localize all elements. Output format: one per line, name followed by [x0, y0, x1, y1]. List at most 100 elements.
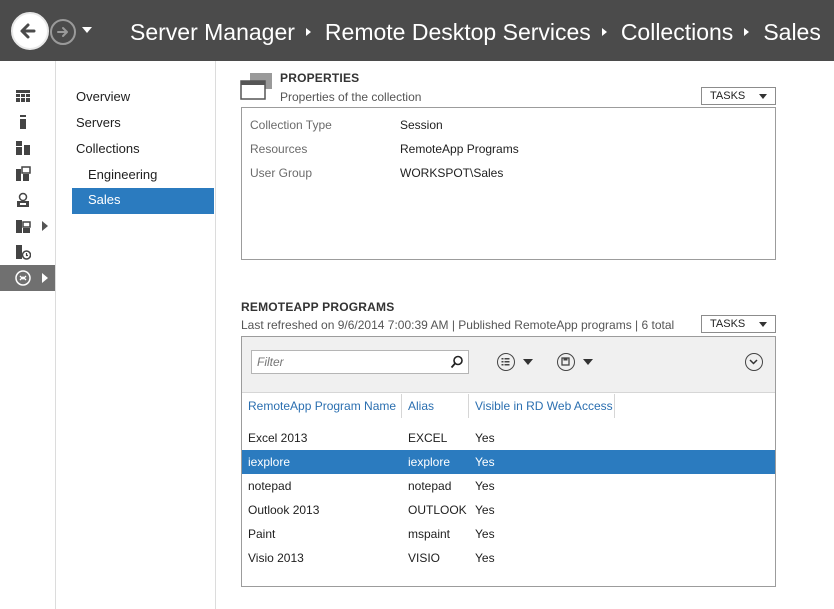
rail-item-all-servers[interactable] — [0, 135, 55, 161]
rail-item-rds[interactable] — [0, 187, 55, 213]
expand-arrow-icon[interactable] — [42, 221, 48, 231]
properties-panel: Collection Type Session Resources Remote… — [241, 107, 776, 260]
forward-button[interactable] — [50, 19, 76, 45]
remote-desktop-icon — [15, 270, 31, 286]
list-view-button[interactable] — [497, 353, 537, 371]
cell-name: iexplore — [248, 455, 291, 469]
properties-title: PROPERTIES — [280, 71, 360, 85]
tasks-label: TASKS — [710, 318, 746, 330]
chevron-right-icon — [744, 28, 750, 36]
rail-item-servers-group[interactable] — [0, 213, 55, 239]
history-dropdown-icon[interactable] — [82, 27, 92, 33]
column-header-alias[interactable]: Alias — [402, 394, 469, 418]
cell-alias: notepad — [408, 479, 452, 493]
chevron-down-icon — [523, 359, 533, 365]
chevron-right-icon — [305, 28, 311, 36]
chevron-down-icon — [749, 359, 758, 365]
remoteapp-grid-panel: RemoteApp Program Name Alias Visible in … — [241, 336, 776, 587]
cell-alias: EXCEL — [408, 431, 448, 445]
forward-arrow-icon — [57, 27, 68, 37]
back-arrow-icon — [20, 23, 36, 39]
property-row: Collection Type Session — [250, 118, 443, 138]
nav-item-sales[interactable]: Sales — [72, 188, 214, 214]
cell-alias: mspaint — [408, 527, 451, 541]
cell-name: Excel 2013 — [248, 431, 308, 445]
property-key: User Group — [250, 166, 313, 180]
dashboard-icon — [16, 90, 30, 102]
cell-visible: Yes — [475, 479, 495, 493]
cell-name: Visio 2013 — [248, 551, 304, 565]
rail-item-dashboard[interactable] — [0, 83, 55, 109]
cell-visible: Yes — [475, 455, 495, 469]
cell-name: Outlook 2013 — [248, 503, 320, 517]
table-row[interactable]: Paint mspaint Yes — [242, 522, 775, 546]
cell-visible: Yes — [475, 431, 495, 445]
remoteapp-tasks-button[interactable]: TASKS — [701, 315, 776, 333]
expand-button[interactable] — [745, 353, 763, 371]
filter-input[interactable] — [252, 351, 442, 373]
tasks-label: TASKS — [710, 90, 746, 102]
save-icon — [557, 353, 575, 371]
table-row[interactable]: Outlook 2013 OUTLOOK Yes — [242, 498, 775, 522]
breadcrumb-remote-desktop-services[interactable]: Remote Desktop Services — [325, 19, 591, 46]
remoteapp-subtitle: Last refreshed on 9/6/2014 7:00:39 AM | … — [241, 318, 675, 332]
navigation-list: Overview Servers Collections Engineering… — [57, 61, 216, 609]
cell-visible: Yes — [475, 551, 495, 565]
property-value: WORKSPOT\Sales — [400, 166, 504, 180]
breadcrumb-server-manager[interactable]: Server Manager — [130, 19, 295, 46]
nav-item-engineering[interactable]: Engineering — [72, 163, 214, 189]
rail-item-file-storage[interactable] — [0, 161, 55, 187]
property-row: User Group WORKSPOT\Sales — [250, 166, 503, 186]
breadcrumb-collections[interactable]: Collections — [621, 19, 734, 46]
file-storage-icon — [16, 166, 31, 181]
nav-item-overview[interactable]: Overview — [72, 85, 214, 111]
column-header-program-name[interactable]: RemoteApp Program Name — [242, 394, 402, 418]
rds-icon — [17, 192, 29, 207]
chevron-down-icon — [759, 94, 767, 99]
chevron-down-icon — [759, 322, 767, 327]
table-row[interactable]: iexplore iexplore Yes — [242, 450, 775, 474]
chevron-down-icon — [583, 359, 593, 365]
property-key: Collection Type — [250, 118, 332, 132]
server-role-icon — [16, 245, 31, 260]
cell-visible: Yes — [475, 527, 495, 541]
properties-tasks-button[interactable]: TASKS — [701, 87, 776, 105]
property-row: Resources RemoteApp Programs — [250, 142, 519, 162]
nav-item-servers[interactable]: Servers — [72, 111, 214, 137]
nav-item-collections[interactable]: Collections — [72, 137, 214, 163]
rail-item-remote-desktop[interactable] — [0, 265, 55, 291]
property-value: RemoteApp Programs — [400, 142, 519, 156]
expand-arrow-icon[interactable] — [42, 273, 48, 283]
remoteapp-title: REMOTEAPP PROGRAMS — [241, 300, 395, 314]
save-query-button[interactable] — [557, 353, 597, 371]
filter-box — [251, 350, 469, 374]
chevron-right-icon — [601, 28, 607, 36]
property-key: Resources — [250, 142, 308, 156]
rail-item-server-role[interactable] — [0, 239, 55, 265]
column-header-visible[interactable]: Visible in RD Web Access — [469, 394, 615, 418]
main-content: PROPERTIES Properties of the collection … — [217, 61, 834, 609]
search-icon[interactable] — [450, 355, 464, 369]
cell-alias: iexplore — [408, 455, 451, 469]
table-row[interactable]: Excel 2013 EXCEL Yes — [242, 426, 775, 450]
icon-rail — [0, 61, 56, 609]
table-row[interactable]: Visio 2013 VISIO Yes — [242, 546, 775, 570]
breadcrumb: Server Manager Remote Desktop Services C… — [130, 16, 821, 48]
list-icon — [497, 353, 515, 371]
cell-name: notepad — [248, 479, 292, 493]
property-value: Session — [400, 118, 443, 132]
cell-visible: Yes — [475, 503, 495, 517]
table-row[interactable]: notepad notepad Yes — [242, 474, 775, 498]
title-bar: Server Manager Remote Desktop Services C… — [0, 0, 834, 61]
cell-alias: OUTLOOK — [408, 503, 467, 517]
properties-subtitle: Properties of the collection — [280, 90, 422, 104]
cell-alias: VISIO — [408, 551, 441, 565]
all-servers-icon — [16, 141, 30, 155]
breadcrumb-sales[interactable]: Sales — [763, 19, 821, 46]
properties-icon — [240, 73, 272, 100]
grid-toolbar — [242, 337, 775, 393]
servers-group-icon — [16, 220, 31, 233]
cell-name: Paint — [248, 527, 276, 541]
rail-item-local-server[interactable] — [0, 109, 55, 135]
back-button[interactable] — [11, 12, 49, 50]
